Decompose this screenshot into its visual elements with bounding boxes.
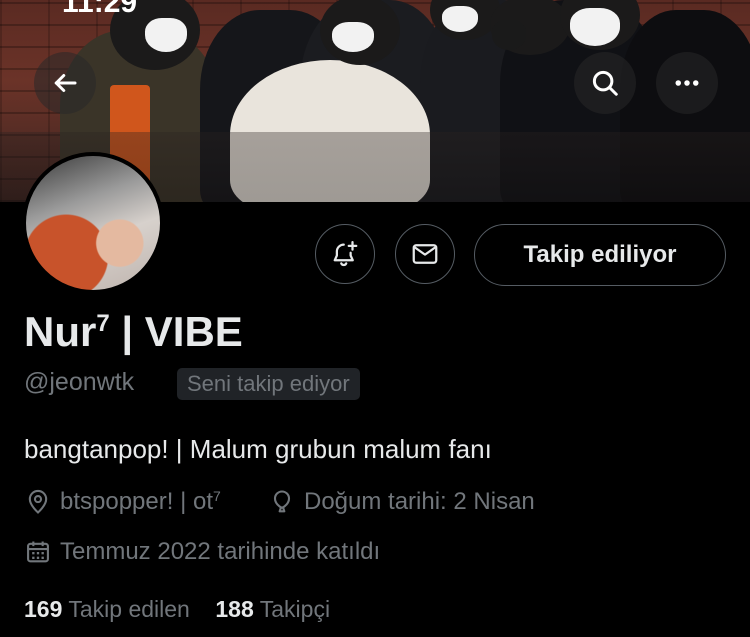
profile-handle: @jeonwtk xyxy=(24,368,135,396)
following-label: Takip edilen xyxy=(68,596,190,622)
followers-count: 188 xyxy=(215,596,254,622)
location-pin-icon xyxy=(28,489,48,514)
banner-mask xyxy=(442,6,478,32)
profile-name-text: Nur xyxy=(24,308,97,355)
more-horizontal-icon xyxy=(675,80,699,86)
message-button[interactable] xyxy=(395,224,455,284)
following-button[interactable]: Takip ediliyor xyxy=(474,224,726,286)
profile-name: Nur7 | VIBE xyxy=(24,308,243,356)
profile-avatar[interactable] xyxy=(22,152,164,294)
follow-stats: 169 Takip edilen 188 Takipçi xyxy=(24,596,330,623)
profile-name-superscript: 7 xyxy=(96,310,110,337)
search-button[interactable] xyxy=(574,52,636,114)
envelope-icon xyxy=(412,244,438,264)
balloon-icon xyxy=(273,490,291,513)
followers-link[interactable]: 188 Takipçi xyxy=(215,596,330,622)
follows-you-badge: Seni takip ediyor xyxy=(177,368,360,400)
following-count: 169 xyxy=(24,596,63,622)
calendar-icon xyxy=(27,541,49,563)
profile-location-text: btspopper! | ot xyxy=(60,488,213,515)
profile-birthday: Doğum tarihi: 2 Nisan xyxy=(268,488,535,516)
profile-joined-text: Temmuz 2022 tarihinde katıldı xyxy=(60,538,381,565)
followers-label: Takipçi xyxy=(259,596,331,622)
profile-joined: Temmuz 2022 tarihinde katıldı xyxy=(24,538,380,566)
profile-location: btspopper! | ot 7 xyxy=(24,488,221,516)
profile-bio: bangtanpop! | Malum grubun malum fanı xyxy=(24,434,492,464)
notifications-button[interactable] xyxy=(315,224,375,284)
following-link[interactable]: 169 Takip edilen xyxy=(24,596,190,622)
banner-mask xyxy=(332,22,374,52)
banner-mask xyxy=(492,20,526,50)
back-button[interactable] xyxy=(34,52,96,114)
search-icon xyxy=(592,70,618,96)
banner-mask xyxy=(570,8,620,46)
bell-plus-icon xyxy=(333,241,358,267)
profile-name-suffix: | VIBE xyxy=(109,308,243,355)
status-bar-time: 11:29 xyxy=(62,0,138,19)
more-options-button[interactable] xyxy=(656,52,718,114)
banner-mask xyxy=(145,18,187,52)
profile-location-superscript: 7 xyxy=(213,488,221,504)
profile-birthday-text: Doğum tarihi: 2 Nisan xyxy=(304,488,535,515)
arrow-left-icon xyxy=(54,74,77,92)
